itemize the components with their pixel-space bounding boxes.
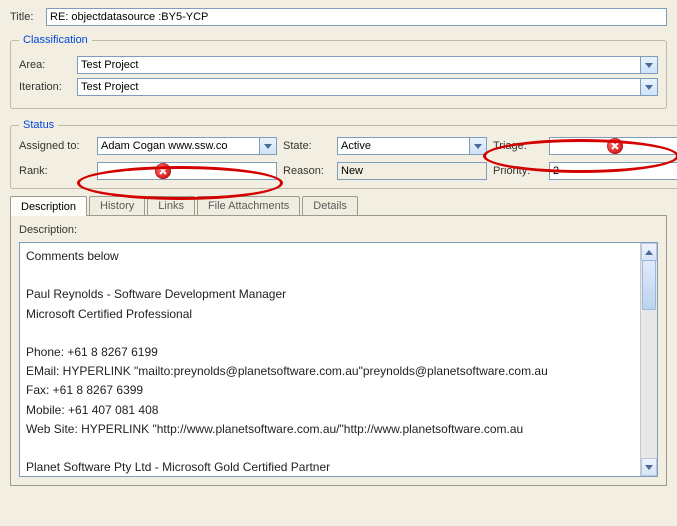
- area-input[interactable]: [77, 56, 658, 74]
- chevron-down-icon[interactable]: [259, 138, 276, 154]
- title-input[interactable]: [46, 8, 667, 26]
- scroll-up-icon[interactable]: [641, 243, 657, 261]
- classification-legend: Classification: [19, 34, 92, 46]
- area-label: Area:: [19, 59, 77, 71]
- title-label: Title:: [10, 11, 46, 23]
- reason-input: [337, 162, 487, 180]
- iteration-combo[interactable]: [77, 78, 658, 96]
- state-input[interactable]: [337, 137, 487, 155]
- state-label: State:: [283, 140, 331, 152]
- priority-combo[interactable]: [549, 162, 677, 180]
- triage-label: Triage:: [493, 140, 543, 152]
- rank-label: Rank:: [19, 165, 91, 177]
- tab-history[interactable]: History: [89, 196, 145, 215]
- state-combo[interactable]: [337, 137, 487, 155]
- chevron-down-icon[interactable]: [640, 57, 657, 73]
- scroll-thumb[interactable]: [642, 260, 656, 310]
- assigned-combo[interactable]: [97, 137, 277, 155]
- scrollbar[interactable]: [640, 243, 657, 476]
- tab-attachments[interactable]: File Attachments: [197, 196, 300, 215]
- iteration-input[interactable]: [77, 78, 658, 96]
- rank-input[interactable]: [97, 162, 277, 180]
- assigned-label: Assigned to:: [19, 140, 91, 152]
- description-label: Description:: [19, 224, 83, 236]
- reason-label: Reason:: [283, 165, 331, 177]
- error-icon: [155, 163, 171, 179]
- area-combo[interactable]: [77, 56, 658, 74]
- chevron-down-icon[interactable]: [469, 138, 486, 154]
- iteration-label: Iteration:: [19, 81, 77, 93]
- tab-details[interactable]: Details: [302, 196, 358, 215]
- description-textarea[interactable]: Comments below Paul Reynolds - Software …: [19, 242, 658, 477]
- chevron-down-icon[interactable]: [640, 79, 657, 95]
- scroll-down-icon[interactable]: [641, 458, 657, 476]
- priority-input[interactable]: [549, 162, 677, 180]
- priority-label: Priority:: [493, 165, 543, 177]
- assigned-input[interactable]: [97, 137, 277, 155]
- status-legend: Status: [19, 119, 58, 131]
- tab-links[interactable]: Links: [147, 196, 195, 215]
- error-icon: [607, 138, 623, 154]
- status-group: Status Assigned to: State: Triage: Rank:: [10, 119, 677, 189]
- classification-group: Classification Area: Iteration:: [10, 34, 667, 109]
- triage-combo[interactable]: [549, 137, 677, 155]
- tab-description[interactable]: Description: [10, 196, 87, 216]
